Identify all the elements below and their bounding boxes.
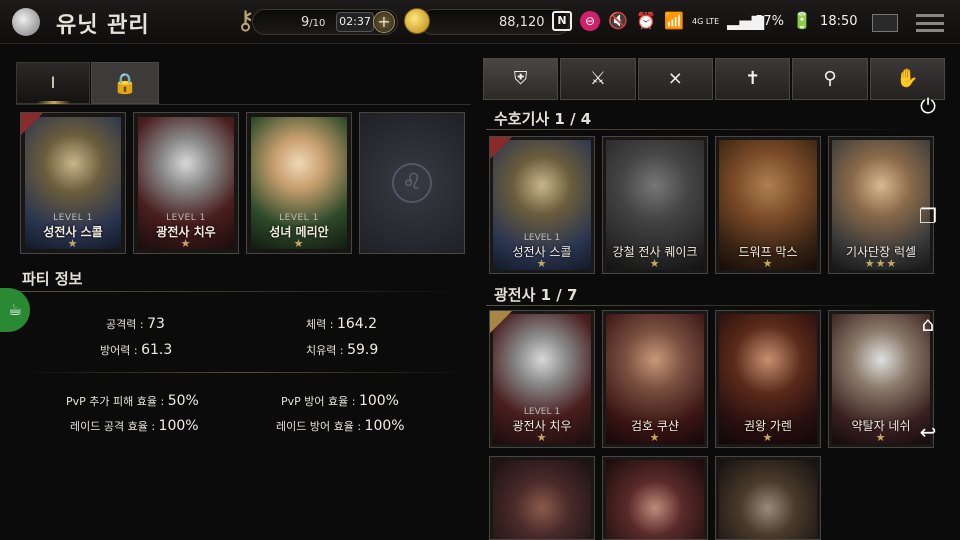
unit-card[interactable] (715, 456, 821, 540)
tab-guardian[interactable]: ⛨ (483, 58, 559, 100)
party-info-title: 파티 정보 (22, 270, 83, 288)
unit-portrait (606, 460, 704, 539)
unit-level: LEVEL 1 (523, 233, 561, 243)
battery-percent: 57% (755, 13, 785, 29)
attack-stat: 공격력 : 73 (106, 316, 165, 332)
home-icon[interactable]: ⌂ (914, 310, 942, 338)
unit-level: LEVEL 1 (279, 213, 319, 223)
lock-icon: 🔒 (112, 71, 138, 95)
network-type: 4G LTE (692, 16, 720, 26)
unit-card[interactable]: LEVEL 1 성전사 스콜 ★ (489, 136, 595, 274)
wifi-icon: 📶 (664, 11, 684, 30)
add-key-button[interactable]: + (373, 11, 395, 33)
page-title: 유닛 관리 (56, 13, 150, 38)
in-party-ribbon (490, 311, 512, 333)
stats-divider (16, 372, 471, 373)
party-slot-2[interactable]: LEVEL 1 광전사 치우 ★ (133, 112, 239, 254)
party-slot-1[interactable]: LEVEL 1 성전사 스콜 ★ (20, 112, 126, 254)
raid-defense-stat: 레이드 방어 효율 : 100% (276, 418, 405, 434)
mute-icon: 🔇 (608, 11, 628, 30)
unit-stars: ★ (67, 237, 79, 250)
back-icon[interactable] (12, 8, 40, 36)
unit-card[interactable]: 권왕 가렌 ★ (715, 310, 821, 448)
tab-priest[interactable]: ✝ (714, 58, 791, 100)
recent-apps-icon[interactable]: ❐ (914, 202, 942, 230)
section-title-guardian: 수호기사 1 / 4 (494, 110, 592, 128)
menu-icon[interactable] (916, 14, 944, 32)
unit-level: LEVEL 1 (53, 213, 93, 223)
app-notification-icon: ⊖ (580, 11, 600, 31)
unit-card[interactable]: 드워프 막스 ★ (715, 136, 821, 274)
party-tab-locked[interactable]: 🔒 (91, 62, 159, 104)
pvp-defense-stat: PvP 방어 효율 : 100% (281, 393, 399, 409)
crossed-x-icon: ⨯ (667, 68, 683, 89)
key-timer: 02:37 (336, 12, 374, 32)
in-party-ribbon (490, 137, 512, 159)
hand-icon: ✋ (896, 68, 919, 89)
unit-portrait (493, 460, 591, 539)
unit-stars: ★ (536, 431, 548, 444)
unit-stars: ★ (762, 257, 774, 270)
leader-ribbon (21, 113, 43, 135)
gold-amount: 88,120 (499, 15, 545, 30)
party-slot-empty[interactable]: ♌ (359, 112, 465, 254)
signal-icon: ▂▄▆ (727, 11, 765, 30)
alarm-icon: ⏰ (636, 11, 656, 30)
crossed-swords-icon: ⚔ (589, 68, 607, 89)
section-rule (486, 129, 926, 130)
cross-icon: ✝ (745, 68, 761, 89)
android-status-bar: N ⊖ 🔇 ⏰ 📶 4G LTE ▂▄▆ 57% 🔋 18:50 (552, 6, 858, 36)
hp-stat: 체력 : 164.2 (306, 316, 378, 332)
mail-icon[interactable] (872, 14, 898, 32)
unit-card[interactable] (489, 456, 595, 540)
battery-icon: 🔋 (792, 11, 812, 30)
heal-stat: 치유력 : 59.9 (306, 342, 379, 358)
unit-stars: ★ (536, 257, 548, 270)
party-tab-1[interactable]: I (16, 62, 90, 104)
gold-resource: 88,120 (420, 9, 570, 35)
tab-assassin[interactable]: ⨯ (637, 58, 713, 100)
tab-mage[interactable]: ⚲ (792, 58, 868, 100)
tab-berserker[interactable]: ⚔ (560, 58, 636, 100)
section-rule (486, 305, 926, 306)
key-count: 9/10 (301, 15, 326, 30)
unit-level: LEVEL 1 (523, 407, 561, 417)
unit-stars: ★ (293, 237, 305, 250)
unit-stars: ★ (649, 431, 661, 444)
raid-attack-stat: 레이드 공격 효율 : 100% (70, 418, 199, 434)
unit-stars: ★ (180, 237, 192, 250)
unit-card[interactable]: 강철 전사 퀘이크 ★ (602, 136, 708, 274)
floating-chat-icon[interactable]: ☕ (0, 288, 30, 332)
section-title-berserker: 광전사 1 / 7 (494, 286, 578, 304)
unit-level: LEVEL 1 (166, 213, 206, 223)
nfc-icon: N (552, 11, 572, 31)
top-bar: 유닛 관리 ⚷ 9/10 02:37 + 88,120 N ⊖ 🔇 ⏰ 📶 4G… (0, 0, 960, 44)
clock: 18:50 (820, 13, 858, 29)
unit-stars: ★ (649, 257, 661, 270)
gold-coin-icon (404, 8, 430, 34)
unit-card[interactable]: LEVEL 1 광전사 치우 ★ (489, 310, 595, 448)
back-nav-icon[interactable]: ↩ (914, 418, 942, 446)
pvp-damage-stat: PvP 추가 피해 효율 : 50% (66, 393, 199, 409)
unit-portrait (719, 460, 817, 539)
defense-stat: 방어력 : 61.3 (100, 342, 173, 358)
power-icon[interactable]: ⏻ (914, 92, 942, 120)
unit-stars: ★ (762, 431, 774, 444)
party-info-rule (16, 291, 471, 292)
party-slot-3[interactable]: LEVEL 1 성녀 메리안 ★ (246, 112, 352, 254)
staff-icon: ⚲ (823, 68, 837, 89)
class-filter-tabs: ⛨ ⚔ ⨯ ✝ ⚲ ✋ (483, 58, 945, 100)
unit-card[interactable]: 검호 쿠샨 ★ (602, 310, 708, 448)
unit-card[interactable] (602, 456, 708, 540)
shield-icon: ⛨ (513, 68, 528, 89)
lion-crest-icon: ♌ (392, 163, 432, 203)
tab-divider (16, 104, 471, 105)
unit-stars: ★★★ (864, 257, 898, 270)
